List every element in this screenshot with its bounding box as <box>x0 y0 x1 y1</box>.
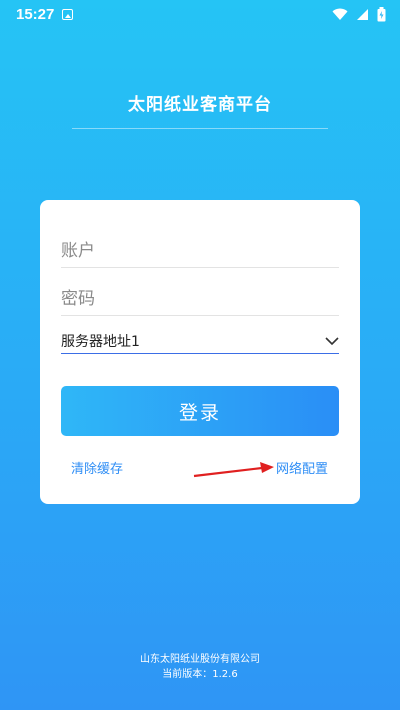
password-field <box>61 276 339 316</box>
app-title: 太阳纸业客商平台 <box>128 95 272 115</box>
login-card: 服务器地址1 登录 清除缓存 网络配置 <box>40 200 360 504</box>
server-select-value: 服务器地址1 <box>61 334 140 350</box>
footer-company: 山东太阳纸业股份有限公司 <box>140 654 260 665</box>
status-time: 15:27 <box>16 5 55 23</box>
chevron-down-icon <box>325 336 339 345</box>
server-select[interactable]: 服务器地址1 <box>61 329 339 354</box>
footer: 山东太阳纸业股份有限公司 当前版本：1.2.6 <box>0 652 400 682</box>
notification-image-icon <box>62 8 74 20</box>
password-input[interactable] <box>61 276 339 315</box>
annotation-arrow-icon <box>193 462 274 478</box>
wifi-icon <box>332 8 348 20</box>
clear-cache-link[interactable]: 清除缓存 <box>71 458 123 477</box>
network-config-link[interactable]: 网络配置 <box>276 458 328 477</box>
battery-charging-icon <box>377 6 386 21</box>
account-input[interactable] <box>61 228 339 267</box>
status-icons <box>332 6 386 22</box>
account-field <box>61 228 339 268</box>
title-divider <box>72 128 328 129</box>
status-bar: 15:27 <box>0 0 400 28</box>
footer-version: 当前版本：1.2.6 <box>162 669 238 680</box>
login-button[interactable]: 登录 <box>61 386 339 436</box>
cellular-signal-icon <box>357 8 368 20</box>
